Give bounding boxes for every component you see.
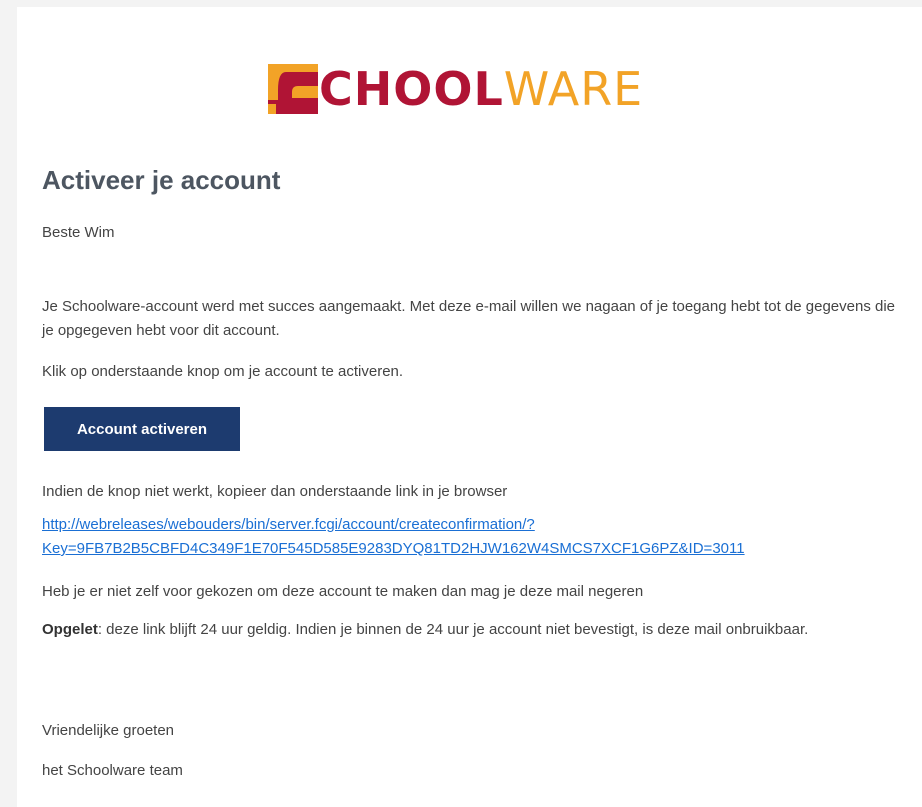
- warning-label: Opgelet: [42, 621, 98, 638]
- activation-link[interactable]: http://webreleases/webouders/bin/server.…: [42, 516, 745, 557]
- closing-text: Vriendelijke groeten: [42, 722, 175, 739]
- signature-text: het Schoolware team: [42, 762, 183, 779]
- activation-link-line1: http://webreleases/webouders/bin/server.…: [42, 516, 535, 533]
- warning-text: : deze link blijft 24 uur geldig. Indien…: [97, 621, 809, 638]
- activation-link-block: http://webreleases/webouders/bin/server.…: [42, 513, 902, 561]
- warning-notice: Opgelet: deze link blijft 24 uur geldig.…: [42, 618, 902, 642]
- email-card: CHOOL WARE Activeer je account Beste Wim…: [17, 7, 922, 807]
- greeting: Beste Wim: [42, 224, 115, 241]
- activation-link-line2: Key=9FB7B2B5CBFD4C349F1E70F545D585E9283D…: [42, 540, 745, 557]
- ignore-notice: Heb je er niet zelf voor gekozen om deze…: [42, 583, 644, 600]
- instruction-paragraph: Klik op onderstaande knop om je account …: [42, 363, 404, 380]
- email-title: Activeer je account: [42, 165, 281, 195]
- logo-text-light: WARE: [503, 62, 644, 116]
- logo-wordmark: CHOOL WARE: [319, 64, 643, 114]
- logo-text-bold: CHOOL: [319, 62, 504, 116]
- schoolware-s-mark-icon: [268, 64, 318, 114]
- fallback-text: Indien de knop niet werkt, kopieer dan o…: [42, 483, 508, 500]
- schoolware-logo: CHOOL WARE: [268, 64, 688, 114]
- activate-account-button[interactable]: Account activeren: [44, 407, 240, 451]
- intro-paragraph: Je Schoolware-account werd met succes aa…: [42, 298, 896, 339]
